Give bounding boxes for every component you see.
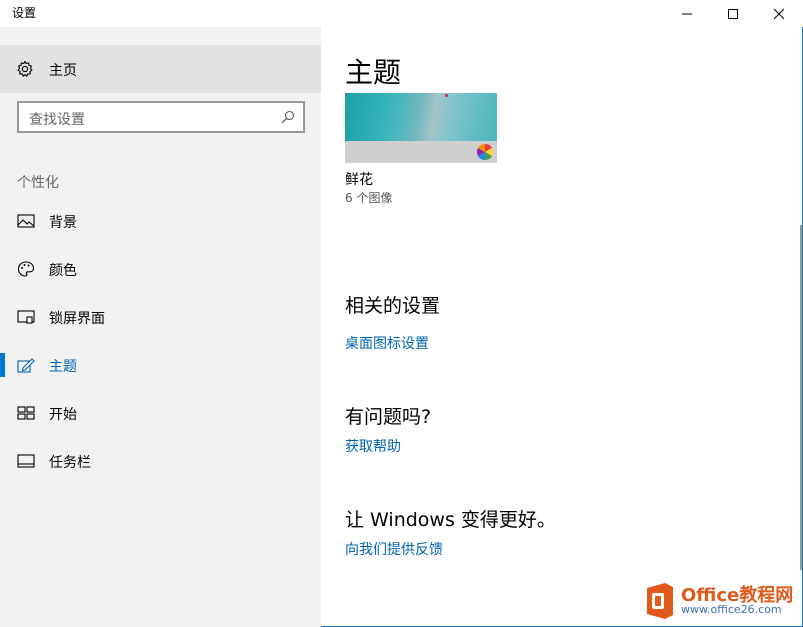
- office-logo-icon: [647, 583, 673, 619]
- maximize-button[interactable]: [710, 0, 756, 27]
- start-tiles-icon: [17, 406, 35, 420]
- gear-icon: [17, 60, 33, 77]
- search-placeholder: 查找设置: [29, 112, 85, 128]
- feedback-title: 让 Windows 变得更好。: [345, 509, 556, 531]
- home-label: 主页: [49, 63, 77, 79]
- lock-screen-icon: [17, 310, 35, 324]
- theme-thumbnail[interactable]: [345, 93, 497, 163]
- picture-icon: [17, 214, 35, 228]
- taskbar-icon: [17, 454, 35, 468]
- sidebar-item-taskbar[interactable]: 任务栏: [0, 441, 321, 481]
- sidebar-item-background[interactable]: 背景: [0, 201, 321, 241]
- brush-icon: [17, 358, 35, 373]
- theme-preview-bar: [345, 141, 497, 163]
- sidebar-item-label: 锁屏界面: [49, 311, 105, 327]
- close-icon: [773, 8, 785, 19]
- watermark-url: www.office26.com: [681, 603, 782, 616]
- related-settings-title: 相关的设置: [345, 295, 441, 317]
- sidebar-item-colors[interactable]: 颜色: [0, 249, 321, 289]
- group-label-personalization: 个性化: [17, 175, 59, 191]
- give-feedback-link[interactable]: 向我们提供反馈: [345, 539, 443, 559]
- home-nav-item[interactable]: 主页: [0, 45, 321, 93]
- theme-name: 鲜花: [345, 172, 373, 188]
- active-indicator: [0, 353, 5, 377]
- window-title: 设置: [12, 6, 37, 20]
- scrollbar[interactable]: [800, 225, 802, 570]
- get-help-link[interactable]: 获取帮助: [345, 436, 401, 456]
- page-title: 主题: [345, 56, 402, 89]
- main-content: 主题 鲜花 6 个图像 相关的设置 桌面图标设置 有问题吗? 获取帮助 让 Wi…: [321, 27, 803, 627]
- search-input[interactable]: 查找设置: [17, 101, 305, 133]
- minimize-icon: [682, 13, 692, 14]
- sidebar-item-label: 背景: [49, 215, 77, 231]
- minimize-button[interactable]: [664, 0, 710, 27]
- sidebar-item-label: 开始: [49, 407, 77, 423]
- palette-icon: [17, 261, 35, 277]
- sidebar-item-start[interactable]: 开始: [0, 393, 321, 433]
- sidebar-item-label: 任务栏: [49, 455, 91, 471]
- sidebar-item-label: 颜色: [49, 263, 77, 279]
- search-icon[interactable]: [281, 110, 295, 124]
- maximize-icon: [728, 8, 738, 19]
- help-title: 有问题吗?: [345, 406, 432, 428]
- sidebar-item-lock-screen[interactable]: 锁屏界面: [0, 297, 321, 337]
- color-wheel-icon: [476, 143, 494, 161]
- theme-image-count: 6 个图像: [345, 191, 393, 205]
- desktop-icon-settings-link[interactable]: 桌面图标设置: [345, 333, 429, 353]
- title-bar: 设置: [0, 0, 803, 27]
- theme-preview-image: [345, 93, 497, 141]
- sidebar-item-themes[interactable]: 主题: [0, 345, 321, 385]
- sidebar-item-label: 主题: [49, 359, 77, 375]
- flower-accent: [445, 94, 448, 97]
- sidebar: 主页 查找设置 个性化 背景 颜色 锁屏界面 主题 开始 任务栏: [0, 27, 321, 627]
- close-button[interactable]: [756, 0, 802, 27]
- watermark: Office教程网 www.office26.com: [636, 576, 802, 626]
